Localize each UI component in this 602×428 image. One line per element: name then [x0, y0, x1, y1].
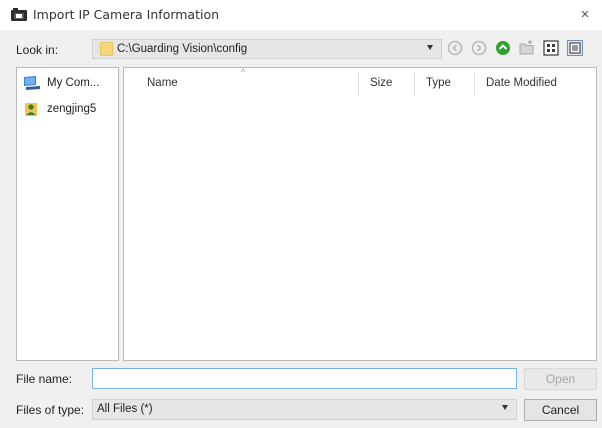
new-folder-button[interactable] [519, 40, 535, 56]
details-view-icon [567, 40, 583, 56]
column-header-date-modified[interactable]: Date Modified [486, 77, 557, 89]
place-label: zengjing5 [47, 103, 97, 115]
place-label: My Com... [47, 77, 100, 89]
user-folder-icon [25, 103, 37, 116]
look-in-label: Look in: [16, 43, 59, 57]
file-name-label: File name: [16, 372, 73, 386]
file-type-dropdown[interactable]: All Files (*) [92, 399, 517, 420]
file-chooser-dialog: Look in: C:\Guarding Vision\config My Co… [0, 30, 602, 428]
app-icon [11, 8, 27, 21]
column-header-size[interactable]: Size [370, 77, 392, 89]
forward-button[interactable] [471, 40, 487, 56]
look-in-value: C:\Guarding Vision\config [117, 43, 248, 55]
column-divider[interactable] [474, 72, 475, 96]
column-divider[interactable] [414, 72, 415, 96]
close-icon[interactable]: × [574, 4, 596, 26]
back-button[interactable] [447, 40, 463, 56]
column-divider[interactable] [358, 72, 359, 96]
column-header-name[interactable]: Name [147, 77, 178, 89]
folder-icon [100, 42, 113, 56]
chevron-down-icon[interactable] [427, 45, 433, 50]
details-view-button[interactable] [567, 40, 583, 56]
chevron-down-icon[interactable] [502, 405, 508, 410]
computer-icon [24, 76, 40, 90]
file-list[interactable]: Name ^ Size Type Date Modified [123, 67, 597, 361]
look-in-dropdown[interactable]: C:\Guarding Vision\config [92, 39, 442, 59]
list-view-button[interactable] [543, 40, 559, 56]
window-title: Import IP Camera Information [33, 7, 220, 22]
file-type-label: Files of type: [16, 403, 85, 417]
sort-ascending-icon: ^ [241, 67, 246, 77]
places-sidebar: My Com... zengjing5 [16, 67, 119, 361]
up-folder-button[interactable] [495, 40, 511, 56]
back-icon [447, 40, 463, 56]
file-type-value: All Files (*) [97, 403, 153, 415]
open-button[interactable]: Open [524, 368, 597, 390]
forward-icon [471, 40, 487, 56]
title-bar: Import IP Camera Information × [0, 0, 602, 30]
new-folder-icon [519, 40, 534, 55]
cancel-button[interactable]: Cancel [524, 399, 597, 421]
file-name-input[interactable] [92, 368, 517, 389]
column-header-type[interactable]: Type [426, 77, 451, 89]
up-folder-icon [496, 41, 510, 55]
list-view-icon [543, 40, 559, 56]
